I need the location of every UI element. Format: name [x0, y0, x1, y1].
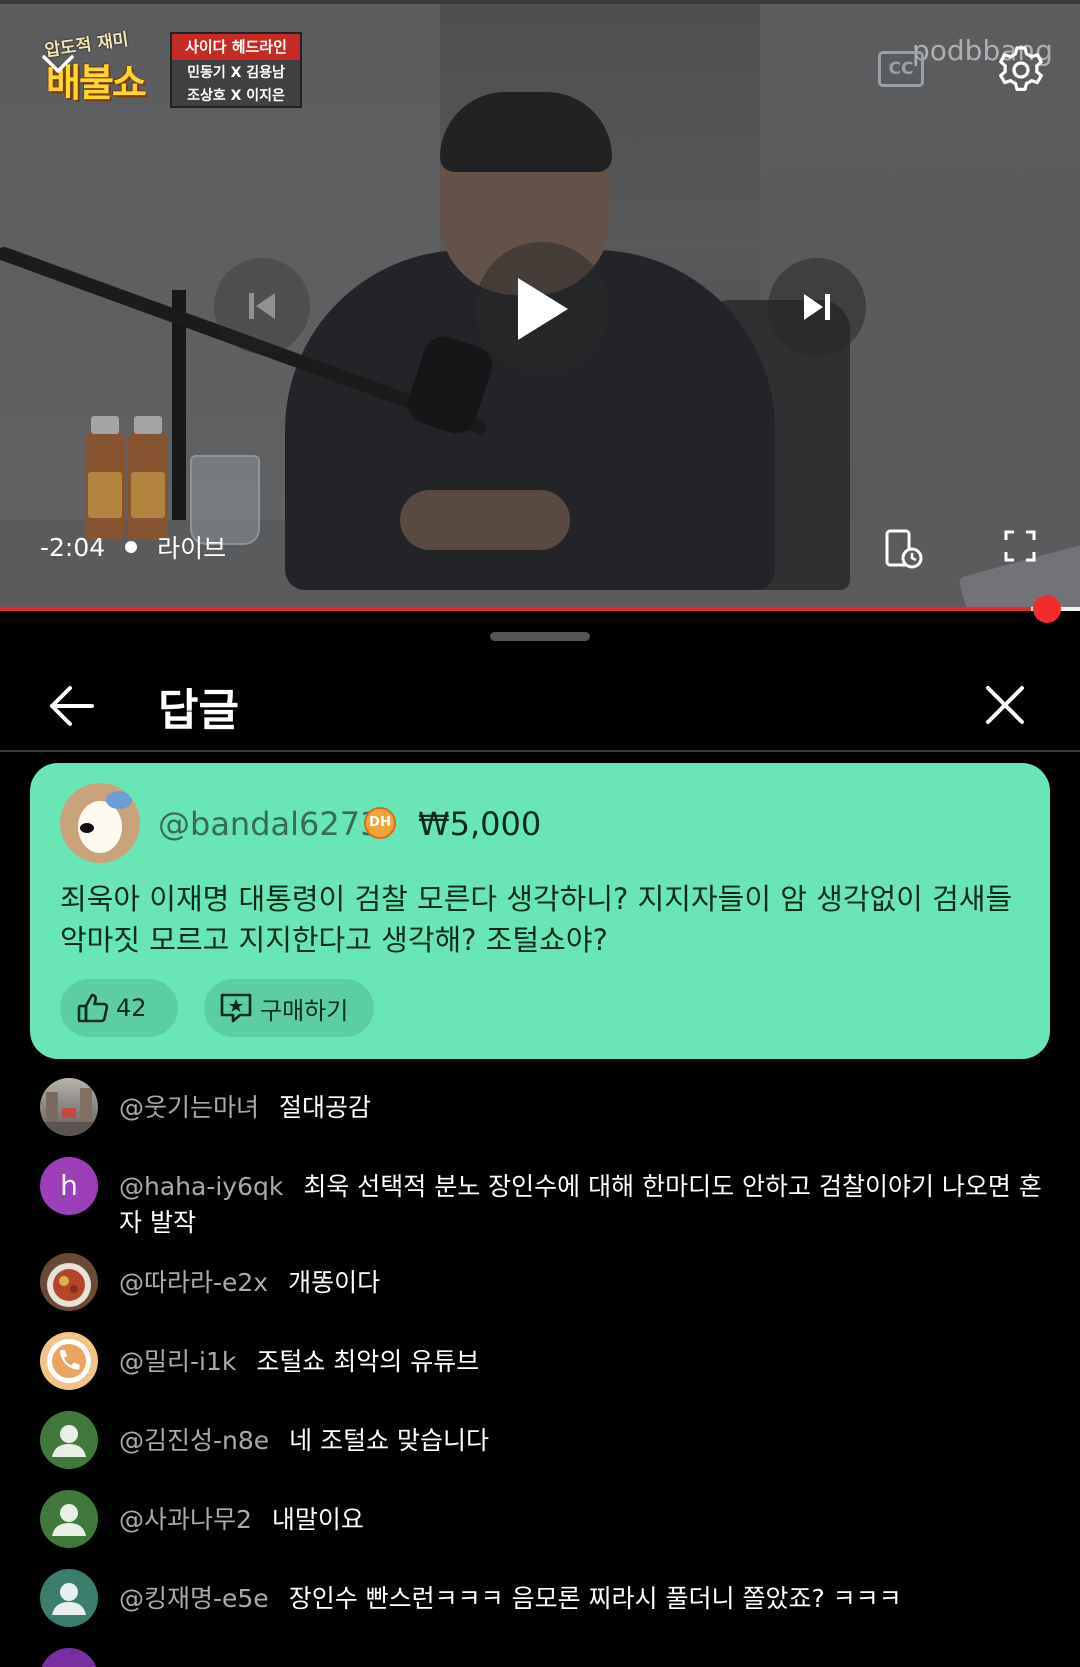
default-avatar-icon [52, 1425, 86, 1457]
back-arrow-icon[interactable] [48, 684, 96, 728]
like-button[interactable]: 42 [60, 979, 178, 1037]
default-avatar-icon [52, 1504, 86, 1536]
comment-text: @밀리-i1k 조털쇼 최악의 유튜브 [119, 1344, 1049, 1380]
comment-text: @따라라-e2x 개똥이다 [119, 1265, 1049, 1301]
comment-body: 절대공감 [279, 1093, 372, 1122]
super-chat-message: 죄욱아 이재명 대통령이 검찰 모른다 생각하니? 지지자들이 암 생각없이 검… [60, 882, 1013, 957]
headline-names: 민동기 X 김용남 조상호 X 이지은 [172, 62, 300, 108]
video-player[interactable]: 압도적 재미 배불쇼 사이다 헤드라인 민동기 X 김용남 조상호 X 이지은 … [0, 0, 1080, 611]
headline-box: 사이다 헤드라인 민동기 X 김용남 조상호 X 이지은 [170, 32, 302, 108]
comment-text: @사과나무2 내말이요 [119, 1502, 1049, 1538]
comment-text: @킹재명-e5e 장인수 빤스런ㅋㅋㅋ 음모론 찌라시 풀더니 쫄았죠? ㅋㅋㅋ [119, 1581, 1049, 1617]
captions-icon[interactable]: CC [878, 51, 924, 87]
time-row: -2:04 라이브 [40, 530, 226, 564]
headline-names-line2: 조상호 X 이지은 [187, 88, 285, 104]
panel-header: 답글 [0, 660, 1080, 752]
phone-icon [47, 1339, 91, 1383]
comment-author[interactable]: @킹재명-e5e [119, 1584, 269, 1613]
comment-body: 개똥이다 [288, 1268, 381, 1297]
comment-body: 장인수 빤스런ㅋㅋㅋ 음모론 찌라시 풀더니 쫄았죠? ㅋㅋㅋ [288, 1584, 902, 1613]
gear-icon[interactable] [995, 44, 1047, 96]
avatar[interactable] [40, 1078, 98, 1136]
play-button[interactable] [475, 242, 609, 376]
play-icon [518, 278, 568, 340]
super-chat-author[interactable]: @bandal6273 [158, 805, 380, 843]
comment-text: @김진성-n8e 네 조털쇼 맞습니다 [119, 1423, 1049, 1459]
comment-author[interactable]: @사과나무2 [119, 1505, 252, 1534]
avatar[interactable] [40, 1569, 98, 1627]
skip-previous-icon [249, 293, 275, 319]
member-badge-icon: DH [364, 807, 396, 839]
live-label[interactable]: 라이브 [157, 529, 226, 565]
buy-label: 구매하기 [260, 996, 349, 1025]
previous-button[interactable] [214, 258, 310, 354]
avatar[interactable] [40, 1332, 98, 1390]
fullscreen-icon[interactable] [1004, 530, 1036, 562]
progress-bar[interactable] [0, 607, 1080, 611]
thumbs-up-icon [77, 993, 109, 1023]
panel-title: 답글 [158, 685, 239, 736]
comment-author[interactable]: @따라라-e2x [119, 1268, 268, 1297]
avatar[interactable] [60, 783, 140, 863]
headline-title: 사이다 헤드라인 [172, 34, 300, 60]
progress-fill [0, 607, 1032, 611]
comment-author[interactable]: @웃기는마녀 [119, 1093, 259, 1122]
food-photo [47, 1263, 91, 1307]
buy-button[interactable]: 구매하기 [204, 979, 374, 1037]
drag-handle[interactable] [490, 632, 590, 641]
super-chat-icon [220, 993, 252, 1023]
chevron-down-icon[interactable] [40, 46, 76, 82]
headline-names-line1: 민동기 X 김용남 [187, 65, 285, 81]
comment-body: 내말이요 [271, 1505, 364, 1534]
like-count: 42 [116, 994, 147, 1022]
comment-body: 네 조털쇼 맞습니다 [289, 1426, 490, 1455]
progress-thumb[interactable] [1033, 595, 1062, 623]
comment-author[interactable]: @김진성-n8e [119, 1426, 269, 1455]
live-dot [125, 541, 138, 553]
avatar[interactable] [40, 1490, 98, 1548]
avatar[interactable]: h [40, 1157, 98, 1215]
default-avatar-icon [52, 1583, 86, 1615]
status-strip [0, 0, 1080, 4]
comment-text: @웃기는마녀 절대공감 [119, 1090, 1049, 1126]
comment-author[interactable]: @haha-iy6qk [119, 1172, 283, 1201]
super-chat-amount: ₩5,000 [418, 805, 542, 843]
close-icon[interactable] [984, 684, 1026, 726]
street-photo [40, 1088, 98, 1136]
super-chat-card: @bandal6273 DH ₩5,000 죄욱아 이재명 대통령이 검찰 모른… [30, 763, 1050, 1059]
avatar[interactable] [40, 1648, 98, 1667]
next-button[interactable] [768, 258, 866, 356]
avatar[interactable] [40, 1411, 98, 1469]
comment-text: @haha-iy6qk 최욱 선택적 분노 장인수에 대해 한마디도 안하고 검찰… [119, 1169, 1049, 1241]
comment-body: 조털쇼 최악의 유튜브 [256, 1347, 480, 1376]
comment-author[interactable]: @밀리-i1k [119, 1347, 236, 1376]
skip-next-icon [804, 294, 830, 320]
time-remaining: -2:04 [40, 532, 106, 562]
avatar[interactable] [40, 1253, 98, 1311]
queue-history-icon[interactable] [884, 528, 924, 570]
